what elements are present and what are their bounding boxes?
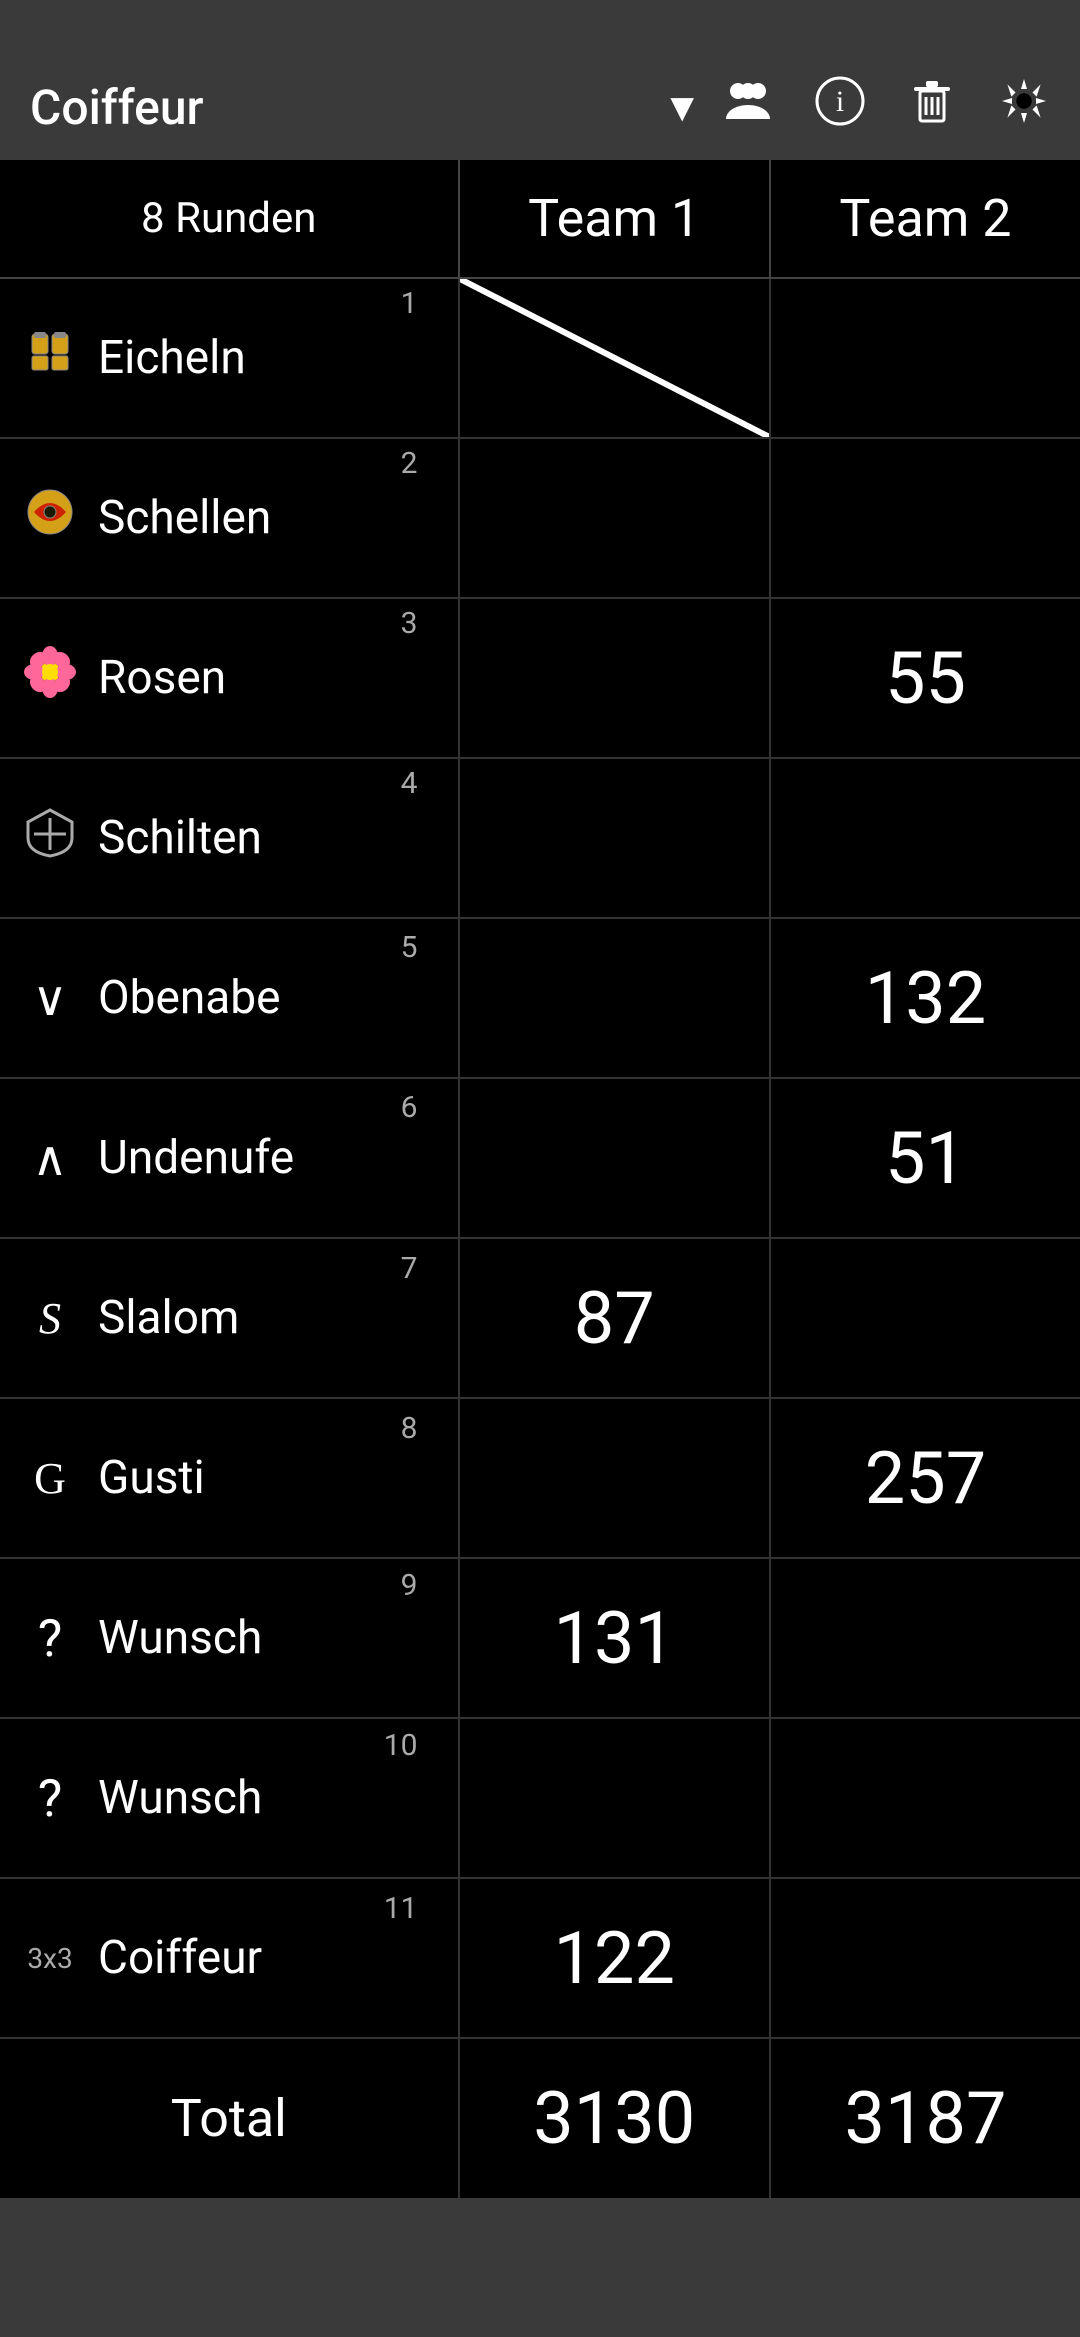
wunsch1-label: Wunsch — [98, 1611, 262, 1665]
total-team1-score: 3130 — [459, 2038, 770, 2198]
people-icon[interactable] — [722, 75, 774, 140]
table-row[interactable]: 6 ∧ Undenufe 51 — [0, 1078, 1080, 1238]
slalom-team2-score[interactable] — [770, 1238, 1080, 1398]
gusti-team1-score[interactable] — [459, 1398, 770, 1558]
team1-header: Team 1 — [459, 160, 770, 278]
table-header: 8 Runden Team 1 Team 2 — [0, 160, 1080, 278]
undenufe-icon: ∧ — [20, 1130, 80, 1187]
app-title: Coiffeur — [30, 79, 632, 136]
schilten-team1-score[interactable] — [459, 758, 770, 918]
coiffeur-team1-score[interactable]: 122 — [459, 1878, 770, 2038]
table-row[interactable]: 5 ∨ Obenabe 132 — [0, 918, 1080, 1078]
slalom-label: Slalom — [98, 1291, 239, 1345]
obenabe-team2-score[interactable]: 132 — [770, 918, 1080, 1078]
undenufe-label: Undenufe — [98, 1131, 294, 1185]
dropdown-icon[interactable]: ▼ — [662, 84, 702, 131]
obenabe-label: Obenabe — [98, 971, 281, 1025]
team2-header: Team 2 — [770, 160, 1080, 278]
table-row[interactable]: 2 Schellen — [0, 438, 1080, 598]
gusti-icon: G — [20, 1453, 80, 1504]
row-label-cell: 1 Eicheln — [0, 278, 459, 438]
wunsch2-team2-score[interactable] — [770, 1718, 1080, 1878]
obenabe-team1-score[interactable] — [459, 918, 770, 1078]
row-label-cell: 7 S Slalom — [0, 1238, 459, 1398]
table-row[interactable]: 9 ? Wunsch 131 — [0, 1558, 1080, 1718]
info-icon[interactable]: i — [814, 75, 866, 140]
total-row: Total 3130 3187 — [0, 2038, 1080, 2198]
row-label-cell: 9 ? Wunsch — [0, 1558, 459, 1718]
wunsch1-team1-score[interactable]: 131 — [459, 1558, 770, 1718]
rosen-label: Rosen — [98, 651, 226, 705]
score-table: 8 Runden Team 1 Team 2 1 Eicheln — [0, 160, 1080, 2198]
table-row[interactable]: 11 3x3 Coiffeur 122 — [0, 1878, 1080, 2038]
svg-text:i: i — [836, 85, 844, 118]
wunsch2-label: Wunsch — [98, 1771, 262, 1825]
schilten-label: Schilten — [98, 811, 262, 865]
row-label-cell: 8 G Gusti — [0, 1398, 459, 1558]
settings-icon[interactable] — [998, 75, 1050, 140]
wunsch1-icon: ? — [20, 1608, 80, 1669]
table-row[interactable]: 1 Eicheln — [0, 278, 1080, 438]
wunsch2-icon: ? — [20, 1768, 80, 1829]
schilten-team2-score[interactable] — [770, 758, 1080, 918]
slalom-team1-score[interactable]: 87 — [459, 1238, 770, 1398]
total-team2-score: 3187 — [770, 2038, 1080, 2198]
coiffeur-label: Coiffeur — [98, 1931, 262, 1985]
row-label-cell: 10 ? Wunsch — [0, 1718, 459, 1878]
delete-icon[interactable] — [906, 75, 958, 140]
schilten-icon — [20, 806, 80, 870]
table-row[interactable]: 3 Rosen — [0, 598, 1080, 758]
table-row[interactable]: 10 ? Wunsch — [0, 1718, 1080, 1878]
row-label-cell: 5 ∨ Obenabe — [0, 918, 459, 1078]
row-label-cell: 11 3x3 Coiffeur — [0, 1878, 459, 2038]
eicheln-label: Eicheln — [98, 331, 246, 385]
obenabe-icon: ∨ — [20, 970, 80, 1027]
gusti-team2-score[interactable]: 257 — [770, 1398, 1080, 1558]
toolbar: Coiffeur ▼ i — [0, 0, 1080, 160]
row-label-cell: 6 ∧ Undenufe — [0, 1078, 459, 1238]
rosen-icon — [20, 646, 80, 710]
undenufe-team2-score[interactable]: 51 — [770, 1078, 1080, 1238]
rounds-label: 8 Runden — [0, 160, 459, 278]
coiffeur-team2-score[interactable] — [770, 1878, 1080, 2038]
total-label: Total — [0, 2038, 459, 2198]
row-label-cell: 4 Schilten — [0, 758, 459, 918]
rosen-team2-score[interactable]: 55 — [770, 598, 1080, 758]
table-row[interactable]: 7 S Slalom 87 — [0, 1238, 1080, 1398]
table-row[interactable]: 8 G Gusti 257 — [0, 1398, 1080, 1558]
wunsch2-team1-score[interactable] — [459, 1718, 770, 1878]
schellen-icon — [20, 486, 80, 550]
gusti-label: Gusti — [98, 1451, 205, 1505]
schellen-label: Schellen — [98, 491, 271, 545]
wunsch1-team2-score[interactable] — [770, 1558, 1080, 1718]
schellen-team2-score[interactable] — [770, 438, 1080, 598]
coiffeur-icon: 3x3 — [20, 1942, 80, 1975]
table-row[interactable]: 4 Schilten — [0, 758, 1080, 918]
schellen-team1-score[interactable] — [459, 438, 770, 598]
eicheln-icon — [20, 326, 80, 390]
row-label-cell: 2 Schellen — [0, 438, 459, 598]
eicheln-team1-score[interactable] — [459, 278, 770, 438]
row-label-cell: 3 Rosen — [0, 598, 459, 758]
rosen-team1-score[interactable] — [459, 598, 770, 758]
undenufe-team1-score[interactable] — [459, 1078, 770, 1238]
slalom-icon: S — [20, 1293, 80, 1344]
eicheln-team2-score[interactable] — [770, 278, 1080, 438]
